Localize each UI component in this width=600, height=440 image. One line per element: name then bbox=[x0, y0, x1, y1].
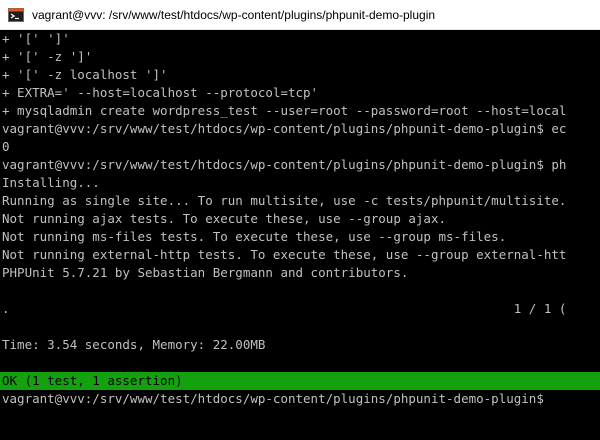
terminal-line: Not running ajax tests. To execute these… bbox=[2, 211, 447, 226]
test-time-line: Time: 3.54 seconds, Memory: 22.00MB bbox=[2, 337, 266, 352]
terminal-output[interactable]: + '[' ']' + '[' -z ']' + '[' -z localhos… bbox=[0, 30, 600, 440]
test-result-ok-line: OK (1 test, 1 assertion) bbox=[0, 372, 600, 390]
title-bar[interactable]: vagrant@vvv: /srv/www/test/htdocs/wp-con… bbox=[0, 0, 600, 30]
terminal-line: vagrant@vvv:/srv/www/test/htdocs/wp-cont… bbox=[2, 157, 567, 172]
terminal-line: vagrant@vvv:/srv/www/test/htdocs/wp-cont… bbox=[2, 121, 567, 136]
test-progress-line: . 1 / 1 ( bbox=[2, 301, 567, 316]
terminal-icon bbox=[8, 7, 24, 23]
terminal-line: PHPUnit 5.7.21 by Sebastian Bergmann and… bbox=[2, 265, 409, 280]
terminal-line: Installing... bbox=[2, 175, 100, 190]
terminal-line: + mysqladmin create wordpress_test --use… bbox=[2, 103, 567, 118]
shell-prompt: vagrant@vvv:/srv/www/test/htdocs/wp-cont… bbox=[2, 391, 544, 406]
terminal-line: + '[' -z localhost ']' bbox=[2, 67, 168, 82]
terminal-window: vagrant@vvv: /srv/www/test/htdocs/wp-con… bbox=[0, 0, 600, 440]
terminal-line: + EXTRA=' --host=localhost --protocol=tc… bbox=[2, 85, 319, 100]
terminal-line: 0 bbox=[2, 139, 10, 154]
text-cursor bbox=[544, 391, 552, 405]
prompt-line[interactable]: vagrant@vvv:/srv/www/test/htdocs/wp-cont… bbox=[2, 390, 600, 408]
terminal-line: + '[' ']' bbox=[2, 31, 70, 46]
terminal-line: + '[' -z ']' bbox=[2, 49, 93, 64]
terminal-line: Running as single site... To run multisi… bbox=[2, 193, 567, 208]
terminal-line: Not running external-http tests. To exec… bbox=[2, 247, 567, 262]
terminal-line: Not running ms-files tests. To execute t… bbox=[2, 229, 507, 244]
window-title: vagrant@vvv: /srv/www/test/htdocs/wp-con… bbox=[32, 7, 436, 22]
